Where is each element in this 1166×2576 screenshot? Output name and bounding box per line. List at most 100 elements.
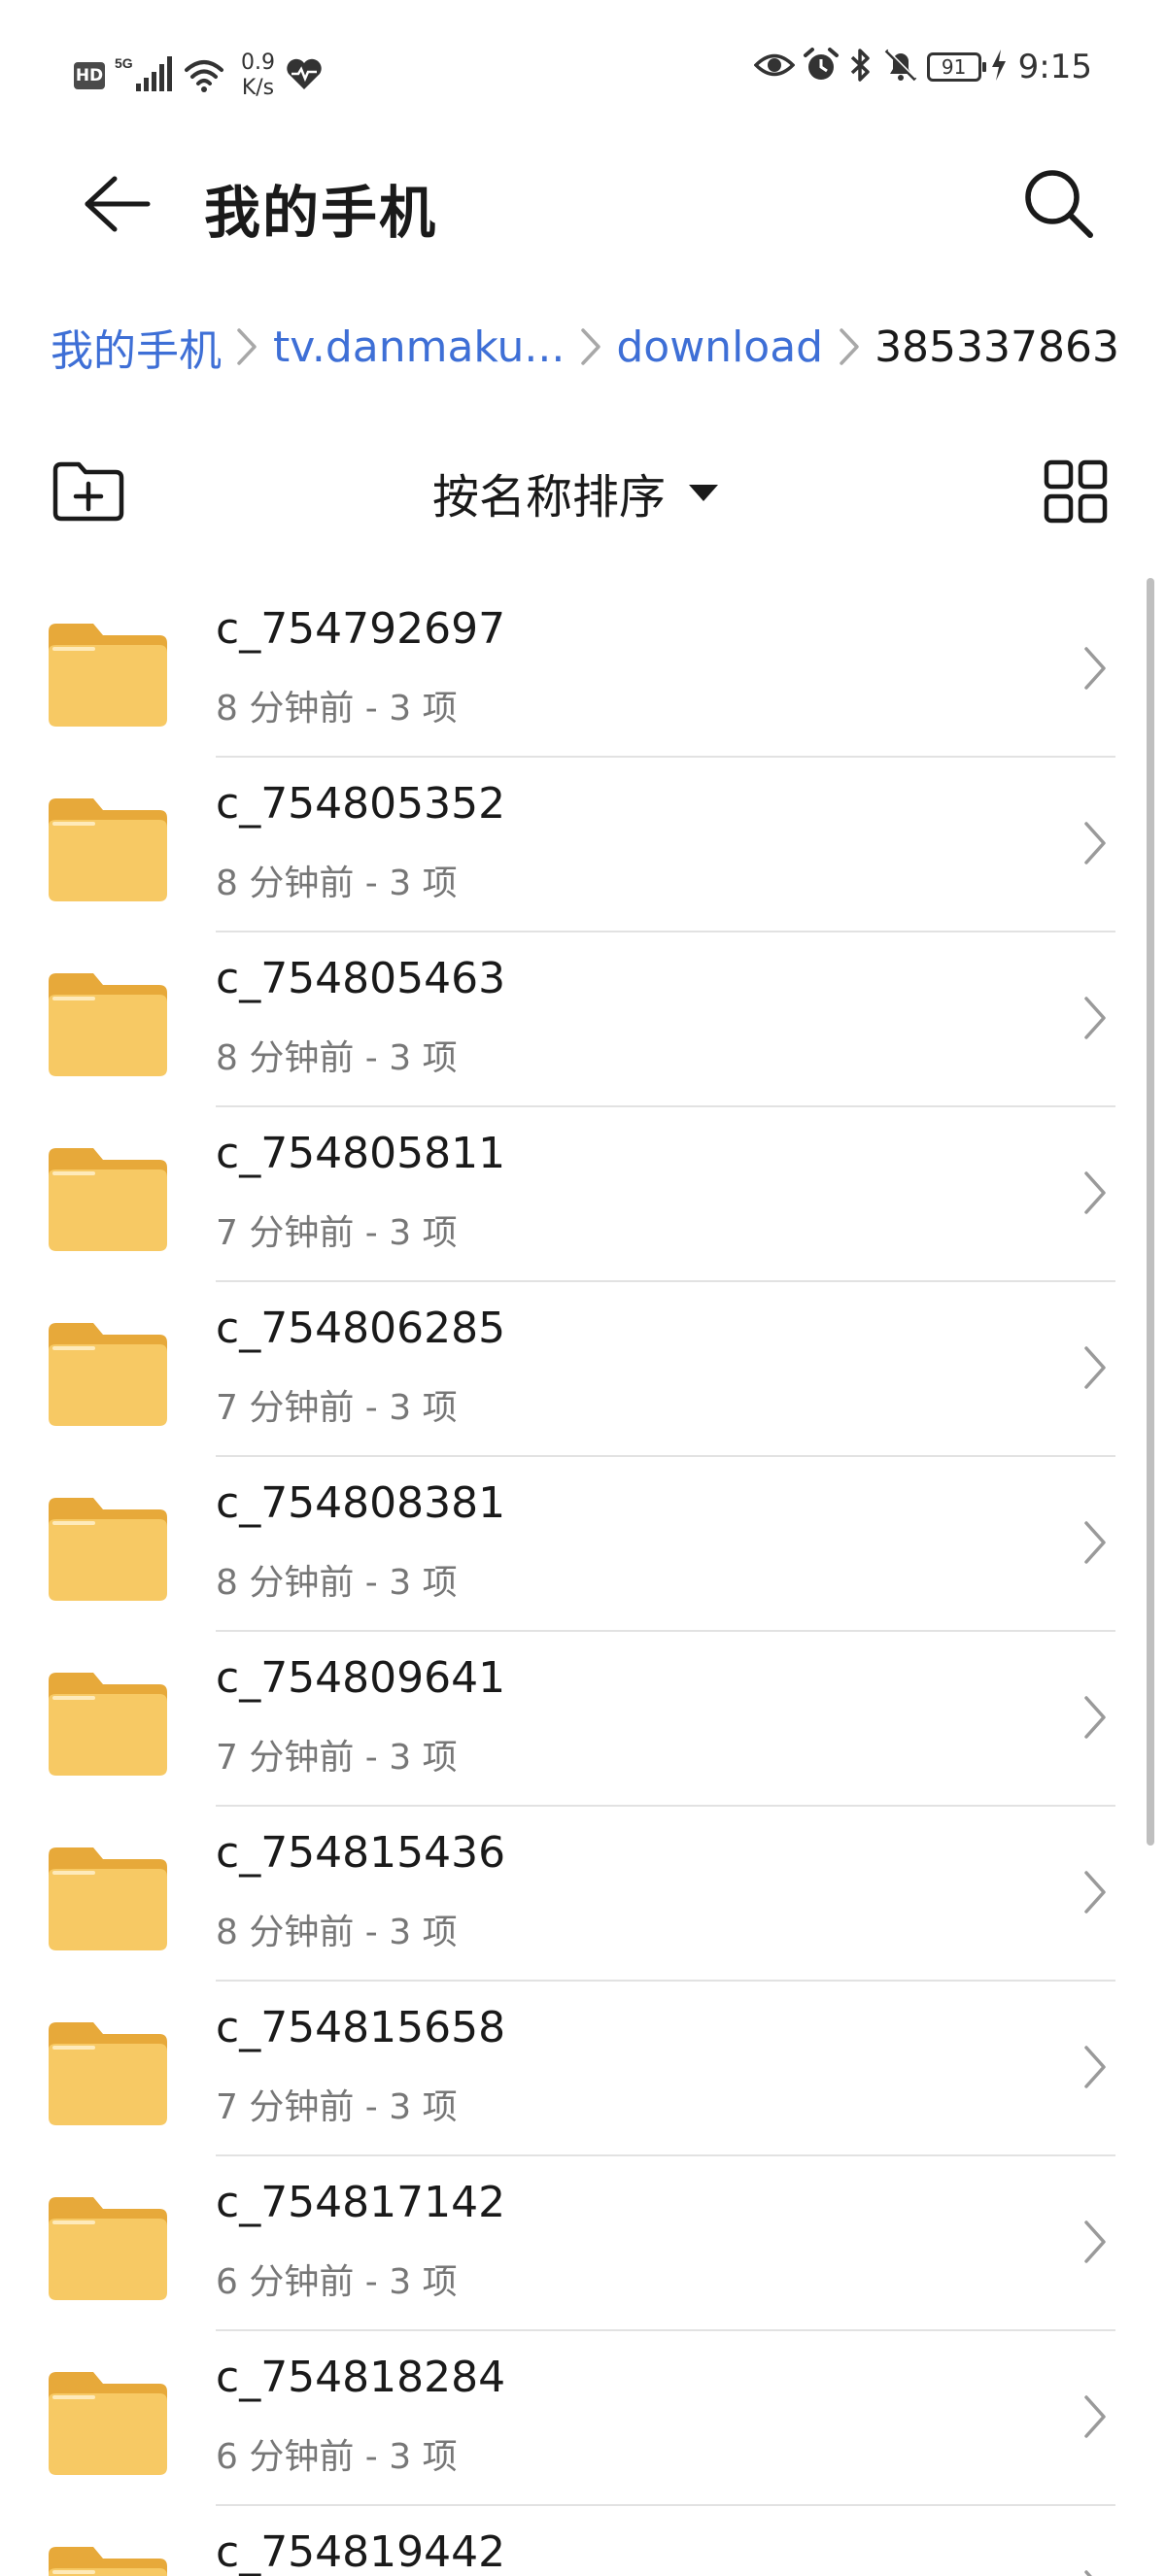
alarm-icon: [803, 47, 840, 87]
search-button[interactable]: [1011, 155, 1108, 253]
file-name: c_754808381: [216, 1478, 506, 1528]
file-list-item[interactable]: c_754792697 8 分钟前 - 3 项: [0, 583, 1166, 758]
breadcrumb-item-current: 385337863: [874, 322, 1120, 372]
sort-dropdown[interactable]: 按名称排序: [432, 456, 719, 529]
chevron-right-icon: [1071, 1164, 1119, 1222]
scrollbar[interactable]: [1147, 578, 1154, 1846]
status-left: HD 5G 0.9 K/s: [74, 51, 324, 101]
status-bar: HD 5G 0.9 K/s 91 9:15: [0, 0, 1166, 146]
file-list-item[interactable]: c_754818284 6 分钟前 - 3 项: [0, 2331, 1166, 2506]
file-name: c_754805811: [216, 1129, 506, 1178]
file-meta: 8 分钟前 - 3 项: [216, 864, 458, 903]
file-meta: 6 分钟前 - 3 项: [216, 2437, 458, 2477]
folder-icon: [49, 624, 167, 727]
chevron-right-icon: [1071, 2038, 1119, 2096]
file-meta: 7 分钟前 - 3 项: [216, 1738, 458, 1778]
back-arrow-icon: [85, 176, 151, 232]
file-list-item[interactable]: c_754817142 6 分钟前 - 3 项: [0, 2156, 1166, 2331]
signal-label: 5G: [115, 55, 133, 71]
file-list: c_754792697 8 分钟前 - 3 项 c_754805352 8 分钟…: [0, 583, 1166, 2576]
hd-badge: HD: [74, 62, 105, 89]
page-title: 我的手机: [204, 180, 438, 246]
folder-icon: [49, 2197, 167, 2300]
chevron-right-icon: [1071, 1863, 1119, 1921]
file-name: c_754818284: [216, 2353, 506, 2402]
file-list-item[interactable]: c_754815658 7 分钟前 - 3 项: [0, 1982, 1166, 2156]
file-name: c_754806285: [216, 1304, 506, 1353]
chevron-right-icon: [1071, 1339, 1119, 1397]
wifi-icon: [183, 54, 225, 97]
clock: 9:15: [1017, 48, 1092, 86]
bluetooth-icon: [847, 47, 874, 87]
folder-icon: [49, 2372, 167, 2475]
grid-view-button[interactable]: [1036, 452, 1115, 531]
new-folder-icon: [52, 461, 124, 522]
sort-label: 按名称排序: [432, 470, 667, 525]
file-name: c_754815658: [216, 2003, 506, 2052]
file-list-item[interactable]: c_754819442: [0, 2506, 1166, 2576]
health-heart-icon: [285, 56, 324, 95]
breadcrumb: 我的手机 tv.danmaku... download 385337863: [51, 313, 1119, 381]
file-name: c_754805352: [216, 779, 506, 829]
network-speed-unit: K/s: [241, 76, 275, 100]
breadcrumb-item-root[interactable]: 我的手机: [51, 316, 222, 378]
file-list-item[interactable]: c_754805463 8 分钟前 - 3 项: [0, 932, 1166, 1107]
file-name: c_754817142: [216, 2178, 506, 2227]
chevron-right-icon: [1071, 2562, 1119, 2576]
folder-icon: [49, 973, 167, 1076]
back-button[interactable]: [68, 155, 165, 253]
chevron-right-icon: [1071, 2388, 1119, 2446]
folder-icon: [49, 2547, 167, 2576]
chevron-right-icon: [565, 327, 616, 366]
file-meta: 7 分钟前 - 3 项: [216, 1213, 458, 1253]
network-speed-value: 0.9: [241, 51, 275, 75]
chevron-right-icon: [1071, 1688, 1119, 1746]
file-list-item[interactable]: c_754805811 7 分钟前 - 3 项: [0, 1107, 1166, 1282]
battery-icon: 91: [926, 52, 986, 82]
toolbar: 按名称排序: [0, 442, 1166, 539]
file-name: c_754809641: [216, 1653, 506, 1703]
chevron-right-icon: [1071, 639, 1119, 697]
title-bar: 我的手机: [0, 146, 1166, 262]
eye-icon: [753, 49, 796, 85]
file-meta: 7 分钟前 - 3 项: [216, 2087, 458, 2127]
file-name: c_754792697: [216, 604, 506, 654]
folder-icon: [49, 1498, 167, 1601]
file-meta: 6 分钟前 - 3 项: [216, 2262, 458, 2302]
chevron-right-icon: [1071, 2213, 1119, 2271]
grid-view-icon: [1044, 459, 1108, 524]
search-icon: [1025, 170, 1093, 238]
battery-level: 91: [941, 55, 967, 79]
cellular-signal-icon: 5G: [115, 54, 173, 97]
file-list-item[interactable]: c_754815436 8 分钟前 - 3 项: [0, 1807, 1166, 1982]
file-name: c_754819442: [216, 2527, 506, 2576]
caret-down-icon: [689, 484, 719, 501]
file-list-item[interactable]: c_754809641 7 分钟前 - 3 项: [0, 1632, 1166, 1807]
chevron-right-icon: [1071, 1513, 1119, 1572]
file-meta: 8 分钟前 - 3 项: [216, 1563, 458, 1603]
chevron-right-icon: [1071, 989, 1119, 1047]
status-right: 91 9:15: [753, 47, 1092, 87]
network-speed: 0.9 K/s: [241, 51, 275, 101]
folder-icon: [49, 1323, 167, 1426]
folder-icon: [49, 2022, 167, 2125]
file-meta: 8 分钟前 - 3 项: [216, 689, 458, 729]
breadcrumb-item-download[interactable]: download: [616, 322, 823, 372]
file-list-item[interactable]: c_754805352 8 分钟前 - 3 项: [0, 758, 1166, 932]
breadcrumb-item-package[interactable]: tv.danmaku...: [273, 322, 565, 372]
file-meta: 7 分钟前 - 3 项: [216, 1388, 458, 1428]
folder-icon: [49, 1673, 167, 1776]
chevron-right-icon: [1071, 814, 1119, 872]
file-list-item[interactable]: c_754806285 7 分钟前 - 3 项: [0, 1282, 1166, 1457]
charging-icon: [989, 48, 1009, 86]
file-meta: 8 分钟前 - 3 项: [216, 1913, 458, 1952]
chevron-right-icon: [823, 327, 874, 366]
folder-icon: [49, 798, 167, 901]
new-folder-button[interactable]: [49, 452, 128, 531]
file-list-item[interactable]: c_754808381 8 分钟前 - 3 项: [0, 1457, 1166, 1632]
file-meta: 8 分钟前 - 3 项: [216, 1038, 458, 1078]
file-name: c_754805463: [216, 954, 506, 1003]
file-name: c_754815436: [216, 1828, 506, 1878]
folder-icon: [49, 1847, 167, 1950]
chevron-right-icon: [222, 327, 273, 366]
